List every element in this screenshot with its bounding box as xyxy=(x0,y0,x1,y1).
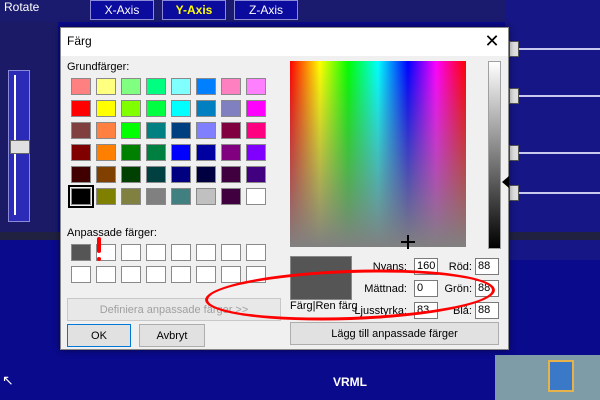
annotation-exclamation xyxy=(97,237,101,253)
color-spectrum[interactable] xyxy=(290,61,466,247)
custom-color-swatch[interactable] xyxy=(146,266,166,283)
red-label: Röd: xyxy=(448,261,472,273)
right-control-panel xyxy=(505,0,600,260)
left-slider-knob[interactable] xyxy=(10,140,30,154)
file-icon[interactable] xyxy=(548,360,574,392)
custom-color-swatch[interactable] xyxy=(146,244,166,261)
basic-color-swatch[interactable] xyxy=(71,122,91,139)
custom-color-swatch[interactable] xyxy=(246,244,266,261)
custom-color-swatch[interactable] xyxy=(96,266,116,283)
basic-color-swatch[interactable] xyxy=(171,100,191,117)
basic-color-swatch[interactable] xyxy=(71,100,91,117)
basic-color-swatch[interactable] xyxy=(146,144,166,161)
basic-color-swatch[interactable] xyxy=(171,188,191,205)
right-slider-knob[interactable] xyxy=(509,41,519,57)
basic-color-swatch[interactable] xyxy=(121,166,141,183)
basic-color-swatch[interactable] xyxy=(246,166,266,183)
basic-color-swatch[interactable] xyxy=(246,122,266,139)
mouse-cursor-icon: ↖ xyxy=(2,372,14,388)
basic-color-swatch[interactable] xyxy=(246,78,266,95)
dialog-title: Färg xyxy=(67,34,92,48)
custom-colors-label: Anpassade färger: xyxy=(67,227,157,239)
basic-color-swatch[interactable] xyxy=(146,188,166,205)
basic-color-swatch[interactable] xyxy=(221,100,241,117)
basic-color-swatch[interactable] xyxy=(121,144,141,161)
basic-color-swatch[interactable] xyxy=(196,166,216,183)
basic-color-swatch[interactable] xyxy=(121,188,141,205)
blue-field[interactable]: 88 xyxy=(475,302,499,319)
basic-color-swatch[interactable] xyxy=(246,144,266,161)
custom-color-swatch[interactable] xyxy=(121,244,141,261)
basic-color-swatch[interactable] xyxy=(221,188,241,205)
basic-color-swatch[interactable] xyxy=(68,185,94,208)
basic-color-swatch[interactable] xyxy=(221,78,241,95)
basic-color-swatch[interactable] xyxy=(196,188,216,205)
custom-color-swatch[interactable] xyxy=(221,244,241,261)
basic-color-swatch[interactable] xyxy=(121,100,141,117)
basic-color-swatch[interactable] xyxy=(121,122,141,139)
right-slider-knob[interactable] xyxy=(509,88,519,104)
luminosity-bar[interactable] xyxy=(488,61,501,249)
annotation-exclamation-dot xyxy=(97,257,101,261)
basic-color-swatch[interactable] xyxy=(121,78,141,95)
dialog-titlebar: Färg ✕ xyxy=(61,28,508,56)
vrml-label: VRML xyxy=(333,375,367,389)
basic-color-swatch[interactable] xyxy=(171,122,191,139)
close-icon[interactable]: ✕ xyxy=(484,31,500,51)
basic-color-swatch[interactable] xyxy=(171,78,191,95)
custom-color-swatch[interactable] xyxy=(196,266,216,283)
basic-colors-label: Grundfärger: xyxy=(67,61,130,73)
tab-y-axis[interactable]: Y-Axis xyxy=(162,0,226,20)
basic-colors-grid xyxy=(68,78,266,208)
custom-color-swatch[interactable] xyxy=(196,244,216,261)
basic-color-swatch[interactable] xyxy=(246,188,266,205)
custom-color-swatch[interactable] xyxy=(171,266,191,283)
basic-color-swatch[interactable] xyxy=(196,122,216,139)
basic-color-swatch[interactable] xyxy=(146,100,166,117)
custom-color-swatch[interactable] xyxy=(171,244,191,261)
basic-color-swatch[interactable] xyxy=(171,144,191,161)
rotate-label: Rotate xyxy=(4,0,40,14)
basic-color-swatch[interactable] xyxy=(96,188,116,205)
right-slider-knob[interactable] xyxy=(509,145,519,161)
basic-color-swatch[interactable] xyxy=(146,166,166,183)
right-slider-line xyxy=(510,192,600,194)
basic-color-swatch[interactable] xyxy=(196,144,216,161)
basic-color-swatch[interactable] xyxy=(196,78,216,95)
basic-color-swatch[interactable] xyxy=(96,166,116,183)
tab-z-axis[interactable]: Z-Axis xyxy=(234,0,298,20)
basic-color-swatch[interactable] xyxy=(171,166,191,183)
right-slider-line xyxy=(510,48,600,50)
basic-color-swatch[interactable] xyxy=(146,122,166,139)
add-custom-colors-button[interactable]: Lägg till anpassade färger xyxy=(290,322,499,345)
basic-color-swatch[interactable] xyxy=(96,144,116,161)
basic-color-swatch[interactable] xyxy=(146,78,166,95)
luminosity-arrow-icon[interactable] xyxy=(502,176,509,188)
basic-color-swatch[interactable] xyxy=(96,100,116,117)
basic-color-swatch[interactable] xyxy=(71,144,91,161)
custom-color-swatch[interactable] xyxy=(221,266,241,283)
tab-x-axis[interactable]: X-Axis xyxy=(90,0,154,20)
right-slider-knob[interactable] xyxy=(509,185,519,201)
custom-color-swatch[interactable] xyxy=(121,266,141,283)
basic-color-swatch[interactable] xyxy=(96,122,116,139)
right-slider-line xyxy=(510,152,600,154)
basic-color-swatch[interactable] xyxy=(196,100,216,117)
basic-color-swatch[interactable] xyxy=(221,144,241,161)
basic-color-swatch[interactable] xyxy=(221,122,241,139)
basic-color-swatch[interactable] xyxy=(71,78,91,95)
cancel-button[interactable]: Avbryt xyxy=(139,324,205,347)
custom-color-swatch[interactable] xyxy=(71,244,91,261)
spectrum-crosshair-icon xyxy=(401,235,415,249)
basic-color-swatch[interactable] xyxy=(246,100,266,117)
basic-color-swatch[interactable] xyxy=(71,166,91,183)
ok-button[interactable]: OK xyxy=(67,324,131,347)
right-slider-line xyxy=(510,95,600,97)
basic-color-swatch[interactable] xyxy=(96,78,116,95)
basic-color-swatch[interactable] xyxy=(221,166,241,183)
red-field[interactable]: 88 xyxy=(475,258,499,275)
custom-color-swatch[interactable] xyxy=(71,266,91,283)
